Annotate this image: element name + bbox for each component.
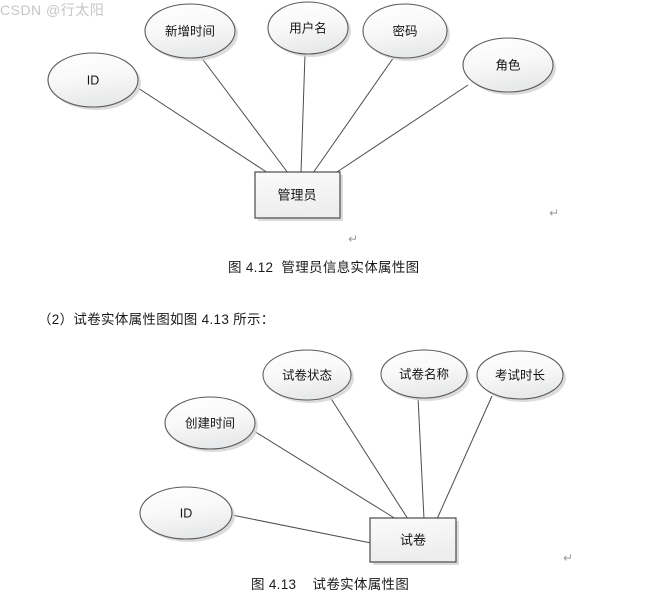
paragraph-mark-icon: ↵ <box>549 206 560 220</box>
csdn-watermark: CSDN @行太阳 <box>0 2 105 18</box>
er-diagrams-canvas: ID 新增时间 用户名 密码 角色 管理员 ID 创建时间 试卷状态 试卷名称 … <box>47 1 566 565</box>
connector-id-to-admin <box>137 87 269 174</box>
entity-label: 试卷 <box>400 532 426 547</box>
document-page: ID 新增时间 用户名 密码 角色 管理员 ID 创建时间 试卷状态 试卷名称 … <box>0 0 672 602</box>
connector-status-to-paper <box>329 396 409 520</box>
connector-createtime-to-paper <box>253 430 397 520</box>
connector-username-to-admin <box>300 53 306 174</box>
attribute-node-status-paper: 试卷状态 <box>262 349 352 401</box>
attribute-node-role-admin: 角色 <box>462 37 554 93</box>
connector-name-to-paper <box>417 396 425 520</box>
entity-label: 管理员 <box>277 187 316 202</box>
attribute-node-id-paper: ID <box>139 486 233 540</box>
attribute-label: ID <box>87 73 100 87</box>
attribute-label: 新增时间 <box>165 23 215 38</box>
attribute-node-newtime-admin: 新增时间 <box>144 3 236 59</box>
attribute-label: 用户名 <box>289 20 327 35</box>
connector-id-to-paper <box>231 514 372 544</box>
connector-role-to-admin <box>333 84 469 175</box>
attribute-label: 密码 <box>392 23 417 38</box>
figure-412-caption: 图 4.12 管理员信息实体属性图 <box>228 260 420 275</box>
attribute-label: 考试时长 <box>495 367 546 382</box>
connector-createtime-to-admin <box>200 56 289 174</box>
figure-412-connectors <box>137 53 469 175</box>
attribute-node-createtime-paper: 创建时间 <box>164 396 256 450</box>
attribute-label: ID <box>180 506 193 520</box>
attribute-node-username-admin: 用户名 <box>267 1 349 55</box>
entity-node-admin: 管理员 <box>254 171 341 219</box>
figure-413-intro-paragraph: （2）试卷实体属性图如图 4.13 所示： <box>38 312 275 327</box>
attribute-label: 试卷状态 <box>282 367 332 382</box>
attribute-label: 角色 <box>495 57 521 72</box>
attribute-node-duration-paper: 考试时长 <box>476 350 564 400</box>
paragraph-mark-icon: ↵ <box>348 232 359 246</box>
figure-413-group: ID 创建时间 试卷状态 试卷名称 考试时长 试卷 <box>139 349 566 565</box>
connector-duration-to-paper <box>436 395 493 520</box>
attribute-label: 试卷名称 <box>399 366 449 381</box>
figure-412-group: ID 新增时间 用户名 密码 角色 管理员 <box>47 1 556 221</box>
attribute-node-password-admin: 密码 <box>362 3 448 59</box>
attribute-node-name-paper: 试卷名称 <box>380 349 468 399</box>
figure-413-caption: 图 4.13 试卷实体属性图 <box>251 577 410 592</box>
paragraph-mark-icon: ↵ <box>563 551 574 565</box>
connector-password-to-admin <box>312 56 395 174</box>
attribute-label: 创建时间 <box>185 416 235 430</box>
entity-node-paper: 试卷 <box>369 517 457 563</box>
attribute-node-id-admin: ID <box>47 52 139 108</box>
